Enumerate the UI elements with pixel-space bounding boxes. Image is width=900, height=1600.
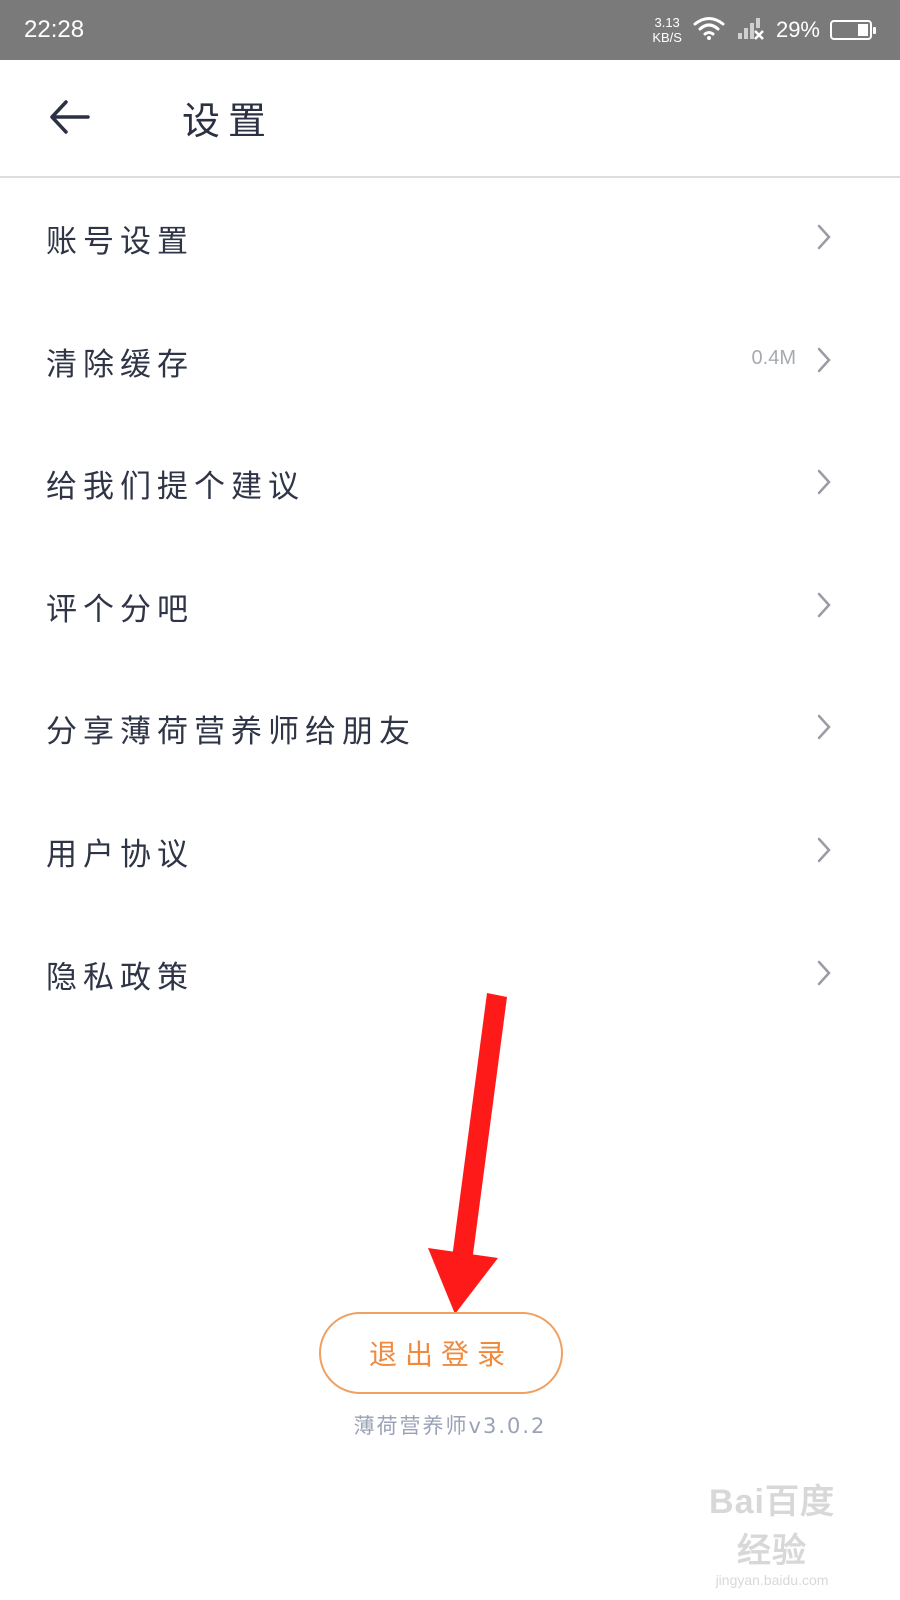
settings-item-account[interactable]: 账号设置 xyxy=(0,178,900,301)
status-bar: 22:28 3.13 KB/S 29% xyxy=(0,0,900,60)
page-title: 设置 xyxy=(182,99,275,143)
settings-item-label: 账号设置 xyxy=(46,224,194,260)
battery-icon xyxy=(830,20,876,40)
settings-item-label: 给我们提个建议 xyxy=(46,469,305,506)
chevron-right-icon xyxy=(817,715,831,740)
watermark-logo: Bai百度经验 xyxy=(709,1483,835,1570)
chevron-right-icon xyxy=(817,347,831,372)
settings-item-label: 隐私政策 xyxy=(46,959,194,996)
chevron-right-icon xyxy=(817,469,831,495)
status-indicators: 3.13 KB/S 29% xyxy=(652,12,876,48)
settings-list: 账号设置 清除缓存 0.4M 给我们提个建议 评个分吧 分享薄荷营养师给朋友 用… xyxy=(0,178,900,1036)
settings-item-user-agreement[interactable]: 用户协议 xyxy=(0,791,900,914)
settings-item-rate[interactable]: 评个分吧 xyxy=(0,546,900,669)
settings-item-clear-cache[interactable]: 清除缓存 0.4M xyxy=(0,301,900,424)
arrow-left-icon xyxy=(48,99,90,139)
logout-button[interactable]: 退出登录 xyxy=(319,1312,563,1394)
settings-item-label: 清除缓存 xyxy=(46,346,194,383)
settings-item-share[interactable]: 分享薄荷营养师给朋友 xyxy=(0,668,900,791)
battery-fill xyxy=(858,24,868,36)
settings-item-label: 用户协议 xyxy=(46,836,194,873)
watermark-url: jingyan.baidu.com xyxy=(715,1572,829,1588)
signal-off-icon xyxy=(736,15,766,45)
app-header: 设置 xyxy=(0,60,900,178)
battery-percent: 29% xyxy=(775,17,820,42)
logout-label: 退出登录 xyxy=(368,1338,513,1371)
settings-item-feedback[interactable]: 给我们提个建议 xyxy=(0,423,900,546)
chevron-right-icon xyxy=(817,837,831,863)
net-speed: 3.13 KB/S xyxy=(652,15,682,45)
settings-item-label: 分享薄荷营养师给朋友 xyxy=(46,714,416,751)
back-button[interactable] xyxy=(44,94,94,144)
net-speed-unit: KB/S xyxy=(652,30,682,45)
cache-size: 0.4M xyxy=(751,346,796,369)
status-time: 22:28 xyxy=(24,16,85,43)
app-version: 薄荷营养师v3.0.2 xyxy=(353,1414,547,1438)
chevron-right-icon xyxy=(817,592,831,618)
chevron-right-icon xyxy=(817,960,831,985)
settings-item-label: 评个分吧 xyxy=(46,591,194,628)
net-speed-value: 3.13 xyxy=(654,15,680,30)
chevron-right-icon xyxy=(817,224,831,250)
settings-item-privacy-policy[interactable]: 隐私政策 xyxy=(0,914,900,1037)
baidu-jingyan-watermark: Bai百度经验 jingyan.baidu.com xyxy=(692,1474,852,1588)
wifi-icon xyxy=(692,15,726,45)
